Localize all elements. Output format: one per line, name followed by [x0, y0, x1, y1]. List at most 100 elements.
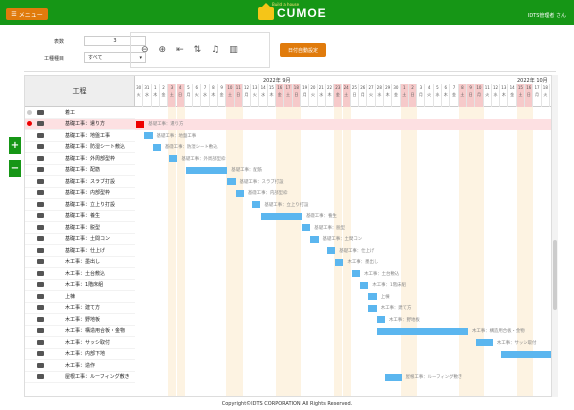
- day-header: 30 火 31 水 1 木 2 金 3 土 4 日 5 月 6 火 7 水 8 木 9 金 10 土 11 日 12 月 13 火 14 水 1…: [135, 84, 551, 107]
- camera-icon[interactable]: [37, 224, 44, 230]
- gantt-bar[interactable]: [260, 212, 302, 220]
- gantt-bar[interactable]: [136, 120, 145, 128]
- gantt-bar[interactable]: [235, 189, 244, 197]
- camera-icon[interactable]: [37, 190, 44, 196]
- gantt-bar[interactable]: [227, 178, 236, 185]
- table-row[interactable]: 基礎工事：外周部型枠: [25, 153, 135, 165]
- day-cell: 30 金: [392, 84, 401, 107]
- camera-icon[interactable]: [37, 109, 44, 115]
- task-name: 木工事：造作: [65, 362, 96, 369]
- table-row[interactable]: 木工事：墨出し: [25, 257, 135, 268]
- table-row[interactable]: 木工事：土台敷込: [25, 268, 135, 280]
- camera-icon[interactable]: [37, 293, 44, 299]
- table-row[interactable]: 基礎工事：土間コン: [25, 234, 135, 245]
- camera-icon[interactable]: [37, 213, 44, 219]
- camera-icon[interactable]: [37, 362, 44, 368]
- table-row[interactable]: 基礎工事：配筋: [25, 165, 135, 176]
- day-cell: 24 土: [342, 84, 351, 107]
- table-row[interactable]: 木工事：サッシ取付: [25, 337, 135, 349]
- table-row[interactable]: 基礎工事：遣り方: [25, 118, 135, 130]
- weekday-label: 水: [144, 92, 149, 97]
- camera-icon[interactable]: [37, 121, 44, 127]
- table-row[interactable]: 基礎工事：スラブ打設: [25, 176, 135, 188]
- camera-icon[interactable]: [37, 167, 44, 173]
- camera-icon[interactable]: [37, 316, 44, 322]
- camera-icon[interactable]: [37, 305, 44, 311]
- camera-icon[interactable]: [37, 178, 44, 184]
- gantt-bar[interactable]: [310, 235, 319, 243]
- table-row[interactable]: 基礎工事：養生: [25, 211, 135, 222]
- day-number: 15: [517, 85, 523, 90]
- bell-icon[interactable]: ♫: [211, 45, 219, 55]
- collapse-icon[interactable]: ⇤: [176, 45, 184, 55]
- camera-icon[interactable]: [37, 132, 44, 138]
- table-row[interactable]: 屋根工事：ルーフィング敷き: [25, 372, 135, 383]
- camera-icon[interactable]: [37, 339, 44, 345]
- table-row[interactable]: 基礎工事：脱型: [25, 222, 135, 234]
- weekday-label: 金: [219, 92, 224, 97]
- status-dot-icon: [27, 374, 32, 379]
- table-row[interactable]: 木工事：野地板: [25, 314, 135, 326]
- camera-icon[interactable]: [37, 328, 44, 334]
- camera-icon[interactable]: [37, 282, 44, 288]
- table-row[interactable]: 木工事：内部下地: [25, 349, 135, 360]
- day-cell: 15 木: [268, 84, 277, 107]
- table-row[interactable]: 木工事：建て方: [25, 303, 135, 314]
- hamburger-icon: ☰: [11, 10, 17, 18]
- gantt-bar[interactable]: [351, 270, 361, 277]
- camera-icon[interactable]: [37, 236, 44, 242]
- status-dot-icon: [27, 133, 32, 138]
- day-cell: 5月: [185, 84, 194, 107]
- gantt-bar[interactable]: [302, 224, 311, 231]
- gantt-bar[interactable]: [376, 316, 385, 323]
- zoom-out-icon[interactable]: ⊖: [141, 45, 149, 55]
- gantt-bar[interactable]: [476, 339, 493, 346]
- weekday-label: 土: [518, 92, 523, 97]
- gantt-bar[interactable]: [252, 201, 261, 208]
- table-row[interactable]: 木工事：造作: [25, 360, 135, 372]
- gantt-bar[interactable]: [368, 293, 377, 300]
- table-row[interactable]: 基礎工事：立上り打設: [25, 199, 135, 211]
- add-row-button[interactable]: +: [9, 137, 21, 154]
- table-row[interactable]: 基礎工事：仕上げ: [25, 245, 135, 257]
- sort-icon[interactable]: ⇅: [194, 45, 202, 55]
- gantt-bar[interactable]: [385, 373, 402, 381]
- table-row[interactable]: 基礎工事：内部型枠: [25, 188, 135, 199]
- camera-icon[interactable]: [37, 247, 44, 253]
- camera-icon[interactable]: [37, 144, 44, 150]
- table-row[interactable]: 基礎工事：地盤工事: [25, 130, 135, 142]
- camera-icon[interactable]: [37, 351, 44, 357]
- trash-icon[interactable]: ▥: [229, 45, 238, 55]
- day-cell: 17 土: [284, 84, 293, 107]
- scrollbar[interactable]: [552, 75, 558, 397]
- weekday-label: 木: [269, 92, 274, 97]
- table-row[interactable]: 木工事：構造用合板・金物: [25, 326, 135, 337]
- table-row[interactable]: 上棟: [25, 291, 135, 303]
- zoom-in-icon[interactable]: ⊕: [159, 45, 167, 55]
- gantt-bar[interactable]: [326, 247, 336, 254]
- gantt-bar[interactable]: [152, 143, 161, 151]
- gantt-bar[interactable]: [360, 281, 369, 289]
- gantt-bar[interactable]: [335, 258, 344, 266]
- day-number: 18: [542, 85, 548, 90]
- table-row[interactable]: 着工: [25, 107, 135, 119]
- auto-date-button[interactable]: 日付自動設定: [280, 43, 326, 57]
- gantt-bar[interactable]: [169, 155, 178, 162]
- gantt-bar[interactable]: [368, 304, 377, 312]
- camera-icon[interactable]: [37, 155, 44, 161]
- gantt-bar[interactable]: [501, 350, 551, 358]
- weekend-column: [284, 107, 293, 396]
- camera-icon[interactable]: [37, 259, 44, 265]
- gantt-bar[interactable]: [144, 132, 153, 139]
- camera-icon[interactable]: [37, 201, 44, 207]
- remove-row-button[interactable]: −: [9, 160, 21, 177]
- scrollbar-thumb[interactable]: [553, 240, 557, 310]
- table-row[interactable]: 木工事：1階床組: [25, 280, 135, 291]
- table-row[interactable]: 基礎工事：防湿シート敷込: [25, 142, 135, 153]
- gantt-bar[interactable]: [185, 166, 228, 174]
- gantt-bar[interactable]: [376, 327, 468, 335]
- camera-icon[interactable]: [37, 374, 44, 380]
- camera-icon[interactable]: [37, 270, 44, 276]
- weekday-label: 日: [410, 92, 415, 97]
- menu-button[interactable]: ☰ メニュー: [6, 8, 48, 20]
